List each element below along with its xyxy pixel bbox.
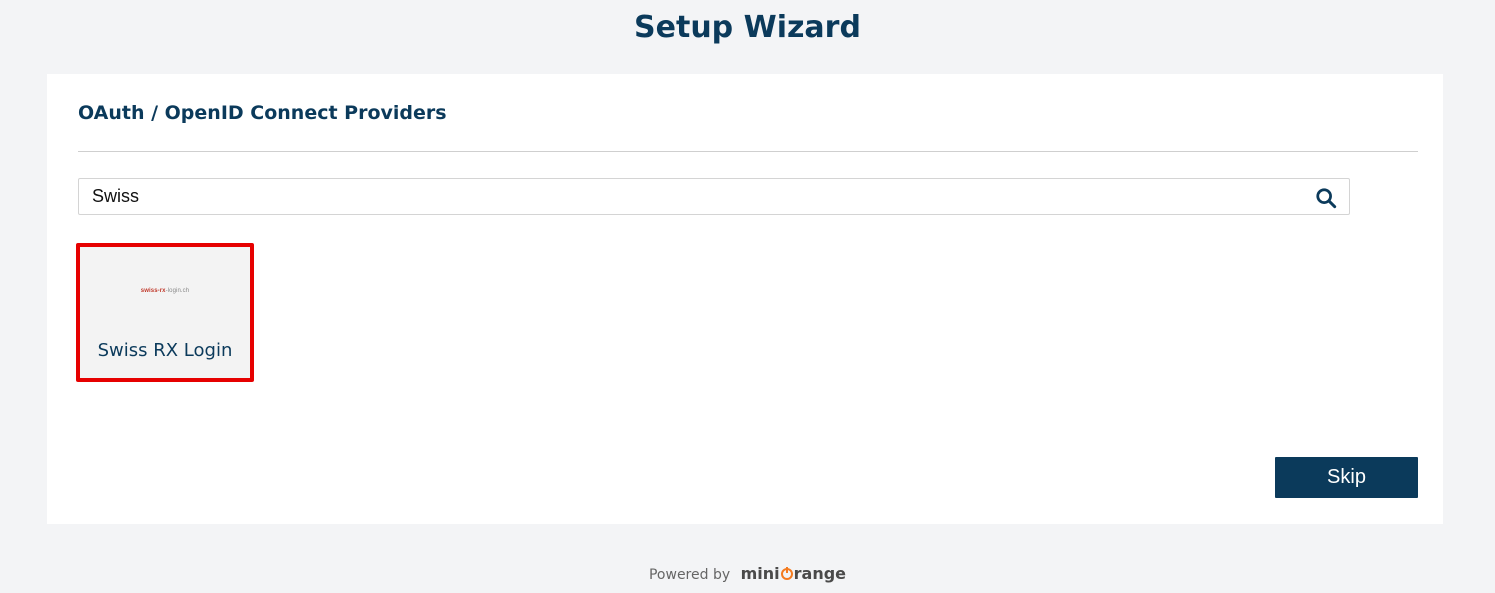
provider-logo: swiss-rx-login.ch [80, 287, 250, 295]
provider-name: Swiss RX Login [97, 340, 233, 361]
provider-tile-swiss-rx-login[interactable]: swiss-rx-login.ch Swiss RX Login [76, 243, 254, 382]
search-box [78, 178, 1350, 215]
provider-logo-main: swiss-rx [140, 288, 166, 294]
powered-by-label: Powered by [648, 567, 731, 583]
miniorange-logo[interactable]: mini range [741, 564, 846, 583]
brand-prefix: mini [740, 564, 780, 583]
footer: Powered by mini range [0, 563, 1495, 586]
provider-logo-rest: -login.ch [165, 288, 190, 294]
brand-suffix: range [793, 564, 847, 583]
search-input[interactable] [79, 179, 1299, 214]
power-icon [780, 567, 793, 580]
search-icon[interactable] [1315, 187, 1337, 209]
providers-card: OAuth / OpenID Connect Providers swiss-r… [47, 74, 1443, 524]
page-title: Setup Wizard [634, 10, 861, 45]
divider [78, 151, 1418, 152]
skip-button[interactable]: Skip [1275, 457, 1418, 498]
section-title: OAuth / OpenID Connect Providers [78, 102, 447, 124]
